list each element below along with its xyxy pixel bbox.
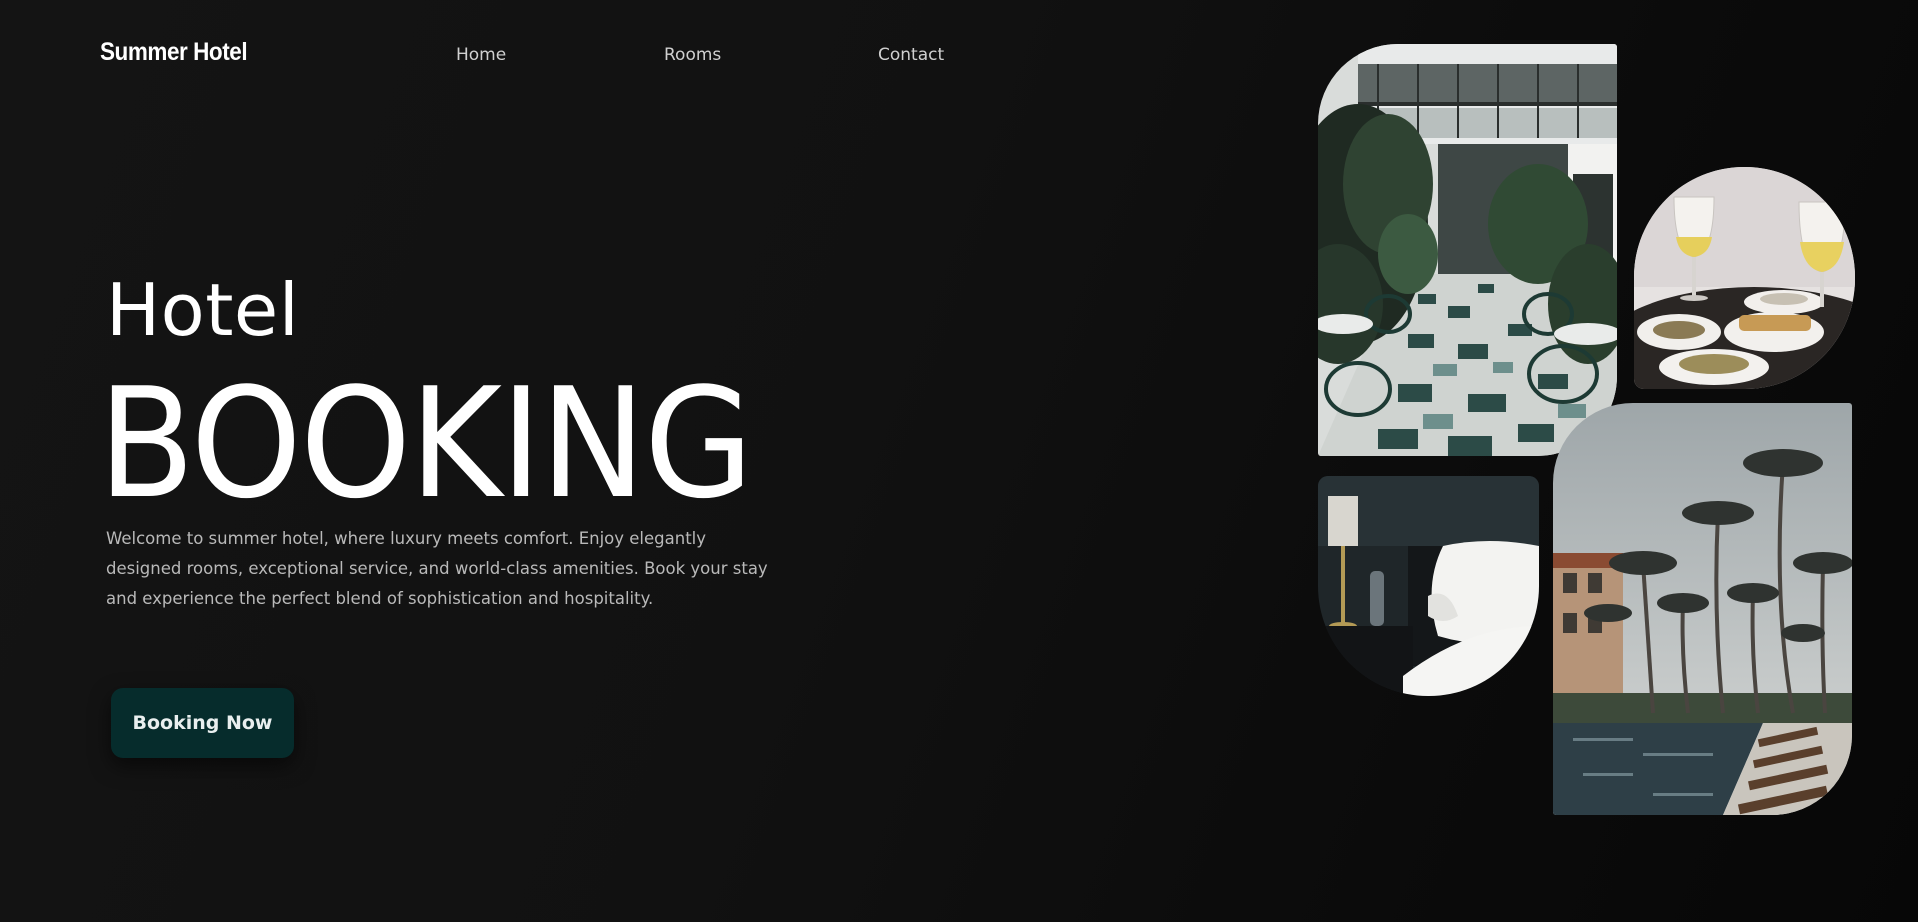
nav-rooms-link[interactable]: Rooms [664,45,721,65]
pool-illustration [1553,403,1852,815]
page-background: Summer Hotel Home Rooms Contact Hotel BO… [0,0,1918,922]
lobby-illustration [1318,44,1617,456]
nav-home-link[interactable]: Home [456,45,506,65]
hero-description: Welcome to summer hotel, where luxury me… [106,529,768,608]
hero-title-small: Hotel [106,268,300,352]
hero-title-large: BOOKING [98,355,754,532]
lobby-courtyard-image [1318,44,1617,456]
dining-illustration [1634,167,1855,389]
dining-wine-image [1634,167,1855,389]
pool-palm-trees-image [1553,403,1852,815]
brand-logo[interactable]: Summer Hotel [100,38,248,67]
booking-now-button[interactable]: Booking Now [111,688,294,758]
nav-contact-link[interactable]: Contact [878,45,944,65]
bedroom-pillow-image [1318,476,1539,696]
bedroom-illustration [1318,476,1539,696]
